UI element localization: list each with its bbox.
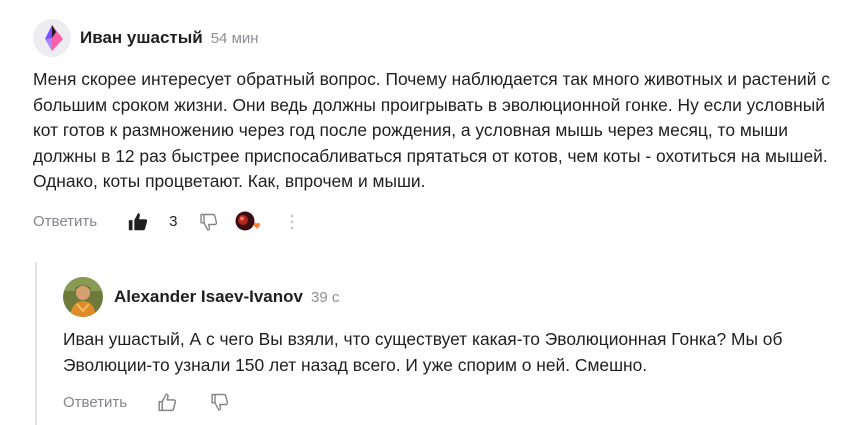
like-button[interactable] xyxy=(127,211,149,233)
avatar[interactable] xyxy=(33,19,71,57)
reply-button[interactable]: Ответить xyxy=(33,213,97,230)
like-count: 3 xyxy=(169,213,178,230)
like-button[interactable] xyxy=(157,392,178,413)
comment: Иван ушастый 54 мин Меня скорее интересу… xyxy=(33,18,843,235)
more-options-button[interactable] xyxy=(289,213,295,231)
comment-text: Меня скорее интересует обратный вопрос. … xyxy=(33,69,830,191)
thumbs-down-icon xyxy=(211,393,229,411)
thumbs-up-icon xyxy=(158,392,177,411)
user-photo-icon xyxy=(63,277,103,317)
reply-actions: Ответить xyxy=(63,389,853,415)
avatar-logo-icon xyxy=(45,25,63,51)
avatar[interactable] xyxy=(63,277,103,317)
dislike-button[interactable] xyxy=(199,212,219,232)
comment-time: 54 мин xyxy=(210,29,259,47)
reply-button[interactable]: Ответить xyxy=(63,394,127,411)
reactions-button[interactable] xyxy=(234,210,262,234)
dislike-button[interactable] xyxy=(210,392,230,412)
reply-text: Иван ушастый, А с чего Вы взяли, что сущ… xyxy=(63,329,783,375)
reply-comment: Alexander Isaev-Ivanov 39 с Иван ушастый… xyxy=(63,277,853,415)
more-vertical-icon xyxy=(291,214,294,229)
reply-author[interactable]: Alexander Isaev-Ivanov xyxy=(114,287,303,307)
comment-actions: Ответить 3 xyxy=(33,209,843,235)
thumbs-down-icon xyxy=(200,213,218,231)
reply-header: Alexander Isaev-Ivanov 39 с xyxy=(63,277,853,317)
thread-line xyxy=(35,262,37,425)
reply-time: 39 с xyxy=(310,288,340,306)
comment-header: Иван ушастый 54 мин xyxy=(33,18,843,58)
comment-author[interactable]: Иван ушастый xyxy=(80,28,203,48)
thumbs-up-filled-icon xyxy=(128,212,148,230)
reactions-icon xyxy=(235,211,261,230)
